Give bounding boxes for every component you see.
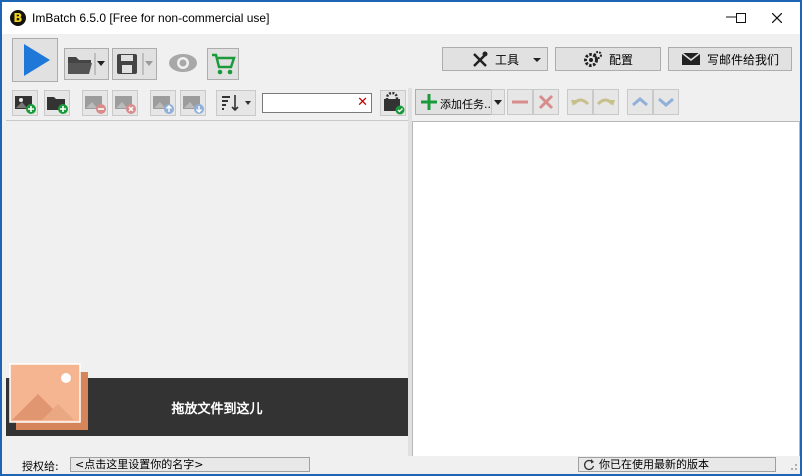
add-folder-button[interactable] bbox=[44, 90, 70, 116]
tools-menu-button[interactable]: 工具 bbox=[442, 47, 548, 71]
clear-tasks-button[interactable] bbox=[533, 89, 559, 115]
filter-input[interactable]: ✕ bbox=[262, 93, 372, 113]
redo-button[interactable] bbox=[593, 89, 619, 115]
app-window: B ImBatch 6.5.0 [Free for non-commercial… bbox=[1, 1, 801, 475]
task-list-pane[interactable] bbox=[412, 121, 800, 457]
licensed-to-label: 授权给: bbox=[22, 460, 59, 473]
chevron-down-icon bbox=[494, 100, 502, 105]
clear-filter-icon[interactable]: ✕ bbox=[357, 94, 368, 112]
main-toolbar: 工具 配置 写邮件给我们 bbox=[2, 34, 800, 86]
chevron-up-icon bbox=[632, 97, 648, 107]
redo-icon bbox=[596, 98, 615, 106]
move-up-image-button[interactable] bbox=[150, 90, 176, 116]
preview-button[interactable] bbox=[166, 48, 200, 80]
remove-task-button[interactable] bbox=[507, 89, 533, 115]
wrench-screwdriver-icon bbox=[473, 51, 488, 67]
settings-button[interactable]: 配置 bbox=[555, 47, 661, 71]
image-settings-icon bbox=[384, 91, 405, 115]
shopping-cart-icon bbox=[212, 53, 236, 75]
add-task-dropdown[interactable] bbox=[491, 89, 505, 115]
add-folder-icon bbox=[47, 97, 68, 114]
image-settings-button[interactable] bbox=[380, 90, 406, 116]
add-image-icon bbox=[15, 96, 36, 114]
app-logo-icon: B bbox=[10, 10, 26, 26]
eye-icon bbox=[169, 54, 197, 72]
email-us-label: 写邮件给我们 bbox=[706, 52, 779, 67]
settings-label: 配置 bbox=[608, 52, 633, 67]
resize-grip-icon[interactable] bbox=[786, 459, 798, 471]
delete-icon bbox=[538, 94, 554, 110]
buy-button[interactable] bbox=[207, 48, 239, 80]
envelope-icon bbox=[681, 52, 701, 65]
refresh-icon bbox=[584, 459, 595, 471]
title-bar: B ImBatch 6.5.0 [Free for non-commercial… bbox=[2, 2, 800, 34]
undo-button[interactable] bbox=[567, 89, 593, 115]
licensed-to-field[interactable]: <点击这里设置你的名字> bbox=[70, 457, 310, 472]
add-images-button[interactable] bbox=[12, 90, 38, 116]
tools-label: 工具 bbox=[494, 52, 519, 67]
chevron-down-icon bbox=[658, 97, 674, 107]
minus-icon bbox=[512, 100, 528, 104]
plus-icon bbox=[421, 94, 437, 110]
clear-images-button[interactable] bbox=[112, 90, 138, 116]
image-down-icon bbox=[183, 96, 204, 114]
file-toolbar: ✕ 添加任务... bbox=[2, 86, 800, 120]
status-bar: 授权给: <点击这里设置你的名字> 你已在使用最新的版本 bbox=[2, 456, 800, 474]
image-placeholder-icon bbox=[9, 363, 88, 430]
gears-icon bbox=[583, 51, 602, 67]
open-button[interactable] bbox=[64, 48, 109, 80]
window-title: ImBatch 6.5.0 [Free for non-commercial u… bbox=[32, 11, 270, 25]
maximize-icon bbox=[736, 13, 746, 23]
folder-open-icon bbox=[68, 53, 105, 75]
licensed-to-value: <点击这里设置你的名字> bbox=[75, 458, 204, 471]
sort-icon bbox=[222, 95, 251, 112]
image-up-icon bbox=[153, 96, 174, 114]
version-status-text: 你已在使用最新的版本 bbox=[599, 458, 709, 471]
move-task-down-button[interactable] bbox=[653, 89, 679, 115]
clear-images-icon bbox=[115, 96, 136, 114]
email-us-button[interactable]: 写邮件给我们 bbox=[668, 47, 792, 71]
version-status-field: 你已在使用最新的版本 bbox=[578, 457, 776, 472]
chevron-down-icon bbox=[533, 58, 541, 62]
close-icon bbox=[771, 12, 783, 24]
sort-button[interactable] bbox=[216, 90, 256, 116]
close-window-button[interactable] bbox=[754, 2, 800, 34]
save-button[interactable] bbox=[112, 48, 157, 80]
remove-image-icon bbox=[85, 96, 106, 114]
save-icon bbox=[117, 53, 153, 75]
play-icon bbox=[24, 44, 50, 76]
run-button[interactable] bbox=[12, 38, 58, 82]
move-task-up-button[interactable] bbox=[627, 89, 653, 115]
move-down-image-button[interactable] bbox=[180, 90, 206, 116]
remove-image-button[interactable] bbox=[82, 90, 108, 116]
undo-icon bbox=[571, 98, 590, 106]
add-task-label: 添加任务... bbox=[440, 98, 495, 111]
